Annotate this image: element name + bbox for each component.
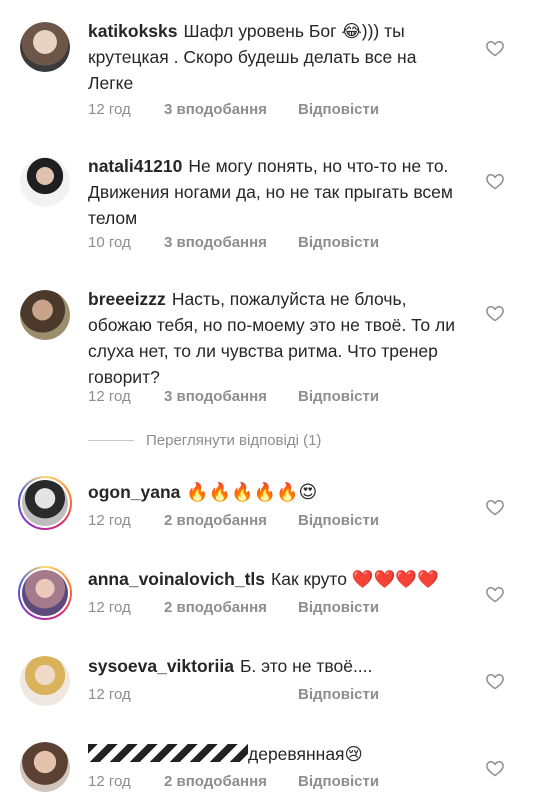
comment-meta: 12 год Відповісти: [88, 686, 379, 703]
comment-username[interactable]: breeeizzz: [88, 289, 166, 309]
heart-icon[interactable]: [485, 303, 505, 323]
reply-button[interactable]: Відповісти: [298, 101, 379, 118]
comment-body: 🔥🔥🔥🔥🔥😍: [186, 482, 318, 502]
reply-button[interactable]: Відповісти: [298, 599, 379, 616]
comment-time: 12 год: [88, 686, 131, 703]
comment-likes[interactable]: 3 вподобання: [164, 101, 298, 118]
comment-time: 12 год: [88, 101, 131, 118]
comment-likes[interactable]: 2 вподобання: [164, 599, 298, 616]
comment-body: деревянная😢: [248, 744, 363, 764]
comment-meta: 12 год 3 вподобання Відповісти: [88, 101, 379, 118]
heart-icon[interactable]: [485, 671, 505, 691]
comment-username[interactable]: anna_voinalovich_tls: [88, 569, 265, 589]
comment-meta: 10 год 3 вподобання Відповісти: [88, 234, 379, 251]
reply-button[interactable]: Відповісти: [298, 773, 379, 790]
comment-text: anna_voinalovich_tls Как круто ❤️❤️❤️❤️: [88, 566, 460, 592]
heart-icon[interactable]: [485, 171, 505, 191]
comment-meta: 12 год 2 вподобання Відповісти: [88, 512, 379, 529]
reply-button[interactable]: Відповісти: [298, 686, 379, 703]
avatar-story[interactable]: [18, 476, 72, 530]
heart-icon[interactable]: [485, 497, 505, 517]
comment-meta: 12 год 3 вподобання Відповісти: [88, 388, 379, 405]
comment-time: 12 год: [88, 512, 131, 529]
view-replies-label: Переглянути відповіді (1): [146, 432, 322, 449]
reply-button[interactable]: Відповісти: [298, 512, 379, 529]
comment-text: breeeizzz Насть, пожалуйста не блочь, обо…: [88, 286, 460, 390]
comment-likes[interactable]: 3 вподобання: [164, 234, 298, 251]
comment-username[interactable]: ogon_yana: [88, 482, 180, 502]
avatar[interactable]: [20, 22, 70, 72]
comment-body: Б. это не твоё....: [239, 656, 373, 676]
heart-icon[interactable]: [485, 758, 505, 778]
heart-icon[interactable]: [485, 38, 505, 58]
comment-username[interactable]: sysoeva_viktoriia: [88, 656, 234, 676]
avatar[interactable]: [20, 742, 70, 792]
comment-likes[interactable]: 3 вподобання: [164, 388, 298, 405]
comment-text: деревянная😢: [88, 741, 460, 767]
comment-time: 12 год: [88, 388, 131, 405]
reply-button[interactable]: Відповісти: [298, 234, 379, 251]
divider-line: [88, 440, 134, 441]
comment-meta: 12 год 2 вподобання Відповісти: [88, 773, 379, 790]
comment-text: ogon_yana 🔥🔥🔥🔥🔥😍: [88, 479, 460, 505]
comment-username[interactable]: natali41210: [88, 156, 182, 176]
comment-text: katikoksks Шафл уровень Бог 😂))) ты круте…: [88, 18, 460, 96]
avatar[interactable]: [20, 656, 70, 706]
comment-time: 12 год: [88, 599, 131, 616]
view-replies-link[interactable]: Переглянути відповіді (1): [88, 432, 321, 449]
avatar[interactable]: [20, 290, 70, 340]
avatar[interactable]: [20, 157, 70, 207]
redacted-username: [88, 744, 248, 762]
reply-button[interactable]: Відповісти: [298, 388, 379, 405]
comment-time: 10 год: [88, 234, 131, 251]
comment-text: sysoeva_viktoriia Б. это не твоё....: [88, 653, 460, 679]
comment-meta: 12 год 2 вподобання Відповісти: [88, 599, 379, 616]
comment-likes[interactable]: 2 вподобання: [164, 773, 298, 790]
comment-text: natali41210 Не могу понять, но что-то не …: [88, 153, 460, 231]
comment-likes[interactable]: 2 вподобання: [164, 512, 298, 529]
heart-icon[interactable]: [485, 584, 505, 604]
comment-body: Как круто ❤️❤️❤️❤️: [271, 569, 439, 589]
comment-time: 12 год: [88, 773, 131, 790]
avatar-story[interactable]: [18, 566, 72, 620]
comment-username[interactable]: katikoksks: [88, 21, 178, 41]
